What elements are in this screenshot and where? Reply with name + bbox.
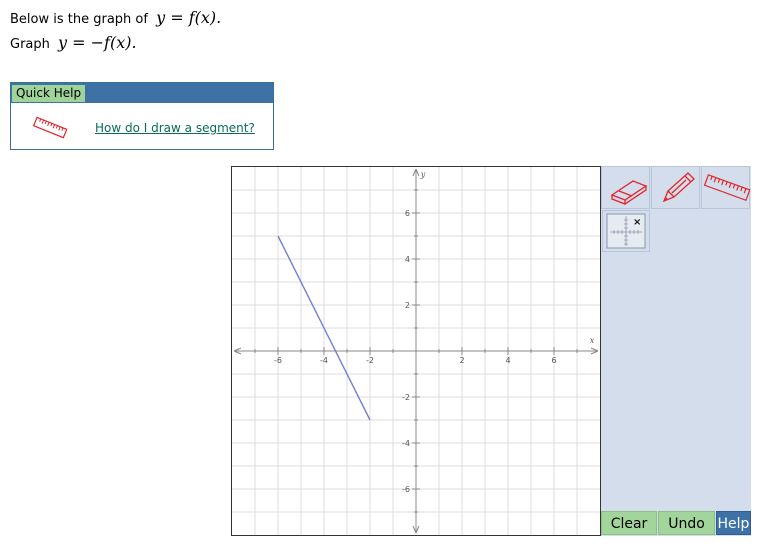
svg-text:×: × [633, 217, 641, 228]
y-tick-label: 2 [405, 301, 410, 310]
problem-line-1: Below is the graph of y = f(x). [10, 8, 221, 27]
quick-help-box: Quick Help How do I draw a segment? [10, 82, 274, 150]
undo-button[interactable]: Undo [658, 511, 715, 535]
y-tick-label: 6 [405, 209, 410, 218]
problem-line-2: Graph y = −f(x). [10, 33, 137, 52]
quick-help-tab[interactable]: Quick Help [12, 85, 86, 102]
x-tick-label: -4 [320, 356, 328, 365]
eraser-icon [610, 180, 648, 205]
x-tick-label: 2 [459, 356, 464, 365]
x-tick-label: 6 [551, 356, 556, 365]
ruler-icon [32, 116, 68, 139]
help-button[interactable]: Help [716, 511, 751, 535]
x-axis-label: x [590, 336, 595, 345]
grid-toggle-icon: × [606, 213, 646, 249]
clear-button[interactable]: Clear [601, 511, 657, 535]
coordinate-plane[interactable]: -6 -4 -2 2 4 6 6 4 2 -2 -4 -6 x y [232, 167, 600, 535]
pencil-icon [662, 172, 695, 203]
problem-math-2: y = −f(x). [58, 33, 137, 52]
ruler-icon [703, 174, 751, 201]
y-tick-label: -4 [402, 439, 410, 448]
quick-help-header: Quick Help [11, 83, 273, 103]
how-to-draw-segment-link[interactable]: How do I draw a segment? [95, 121, 255, 135]
tick-labels: -6 -4 -2 2 4 6 6 4 2 -2 -4 -6 x y [274, 170, 595, 494]
ruler-tool-button[interactable] [701, 166, 751, 209]
problem-math-1: y = f(x). [156, 8, 222, 27]
x-tick-label: -2 [366, 356, 374, 365]
grid-toggle-button[interactable]: × [602, 210, 650, 252]
eraser-tool-button[interactable] [601, 166, 650, 209]
problem-text-1: Below is the graph of [10, 12, 148, 27]
y-tick-label: -2 [402, 393, 410, 402]
pencil-tool-button[interactable] [651, 166, 700, 209]
y-axis-label: y [420, 170, 426, 179]
x-tick-label: -6 [274, 356, 282, 365]
axes [233, 168, 599, 534]
problem-text-2: Graph [10, 37, 50, 52]
tool-panel: × Clear Undo Help [601, 166, 751, 536]
graph-area[interactable]: -6 -4 -2 2 4 6 6 4 2 -2 -4 -6 x y [231, 166, 601, 536]
x-tick-label: 4 [505, 356, 510, 365]
y-tick-label: 4 [405, 255, 410, 264]
y-tick-label: -6 [402, 485, 410, 494]
